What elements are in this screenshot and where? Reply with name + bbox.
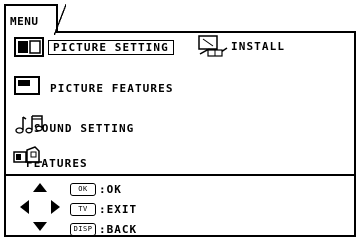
menu-item-label: INSTALL — [231, 40, 286, 53]
menu-item-sound-setting[interactable]: SOUND SETTING — [14, 115, 135, 135]
install-icon — [197, 34, 229, 61]
sound-setting-icon — [14, 114, 46, 139]
tv-action: :EXIT — [99, 203, 138, 216]
ok-key: OK — [70, 183, 96, 196]
tv-key: TV — [70, 203, 96, 216]
menu-item-picture-features[interactable]: PICTURE FEATURES — [14, 76, 174, 95]
menu-item-picture-setting[interactable]: PICTURE SETTING — [14, 37, 174, 57]
menu-tab-label: MENU — [10, 15, 39, 28]
features-icon — [13, 146, 43, 169]
picture-setting-icon — [14, 37, 44, 60]
disp-action: :BACK — [99, 223, 138, 236]
menu-item-install[interactable]: INSTALL — [197, 35, 286, 57]
picture-features-icon — [14, 76, 42, 99]
menu-item-label: SOUND SETTING — [34, 122, 135, 135]
menu-item-features[interactable]: FEATURES — [13, 146, 88, 170]
dpad-arrows-icon — [16, 181, 64, 237]
menu-item-label: PICTURE FEATURES — [50, 82, 174, 95]
disp-key: DISP — [70, 223, 96, 236]
menu-item-label: PICTURE SETTING — [48, 40, 174, 55]
legend-separator — [4, 174, 356, 176]
ok-action: :OK — [99, 183, 122, 196]
menu-tab[interactable]: MENU — [4, 4, 66, 35]
